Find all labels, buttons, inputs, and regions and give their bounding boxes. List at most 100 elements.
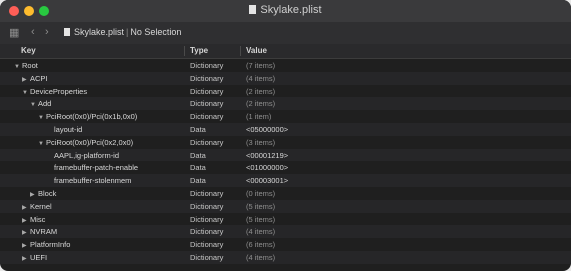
row-value[interactable]: (5 items) bbox=[246, 215, 275, 224]
outline-row[interactable]: ▶ NVRAM Dictionary (4 items) bbox=[0, 225, 571, 239]
row-type[interactable]: Data bbox=[190, 125, 206, 134]
row-value[interactable]: (0 items) bbox=[246, 189, 275, 198]
row-key-label[interactable]: PciRoot(0x0)/Pci(0x2,0x0) bbox=[46, 138, 133, 147]
row-key-label[interactable]: Kernel bbox=[30, 202, 52, 211]
row-key-label[interactable]: Add bbox=[38, 99, 51, 108]
outline-row[interactable]: ▶ Kernel Dictionary (5 items) bbox=[0, 199, 571, 213]
row-type[interactable]: Dictionary bbox=[190, 74, 223, 83]
outline-row[interactable]: framebuffer-patch-enable Data <01000000> bbox=[0, 161, 571, 174]
disclosure-closed-icon[interactable]: ▶ bbox=[30, 191, 38, 198]
column-divider[interactable] bbox=[184, 46, 185, 56]
row-key[interactable]: ▼ Root bbox=[14, 61, 38, 70]
row-value[interactable]: (4 items) bbox=[246, 74, 275, 83]
outline-row[interactable]: ▶ UEFI Dictionary (4 items) bbox=[0, 250, 571, 264]
row-type[interactable]: Dictionary bbox=[190, 240, 223, 249]
row-key[interactable]: ▶ PlatformInfo bbox=[22, 240, 70, 249]
row-key-label[interactable]: framebuffer-stolenmem bbox=[54, 176, 131, 185]
key-column-header[interactable]: Key bbox=[21, 46, 36, 55]
disclosure-open-icon[interactable]: ▼ bbox=[22, 90, 30, 96]
row-key-label[interactable]: ACPI bbox=[30, 74, 48, 83]
outline-row[interactable]: layout-id Data <05000000> bbox=[0, 122, 571, 136]
breadcrumb-selection[interactable]: No Selection bbox=[130, 27, 181, 37]
row-type[interactable]: Data bbox=[190, 176, 206, 185]
disclosure-closed-icon[interactable]: ▶ bbox=[22, 242, 30, 249]
row-key[interactable]: ▼ PciRoot(0x0)/Pci(0x2,0x0) bbox=[38, 138, 133, 147]
row-type[interactable]: Dictionary bbox=[190, 227, 223, 236]
row-value[interactable]: (2 items) bbox=[246, 87, 275, 96]
row-key-label[interactable]: Block bbox=[38, 189, 56, 198]
outline-row[interactable]: ▼ Root Dictionary (7 items) bbox=[0, 59, 571, 72]
outline-row[interactable]: ▶ Misc Dictionary (5 items) bbox=[0, 213, 571, 226]
row-key[interactable]: ▶ Kernel bbox=[22, 202, 52, 211]
row-value[interactable]: (6 items) bbox=[246, 240, 275, 249]
row-type[interactable]: Dictionary bbox=[190, 87, 223, 96]
outline-row[interactable]: ▶ PlatformInfo Dictionary (6 items) bbox=[0, 238, 571, 251]
row-key[interactable]: ▼ DeviceProperties bbox=[22, 87, 87, 96]
row-value[interactable]: (1 item) bbox=[246, 112, 271, 121]
jump-bar-breadcrumb[interactable]: Skylake.plist | No Selection bbox=[64, 27, 181, 37]
disclosure-open-icon[interactable]: ▼ bbox=[14, 64, 22, 70]
outline-row[interactable]: ▼ Add Dictionary (2 items) bbox=[0, 97, 571, 111]
row-type[interactable]: Data bbox=[190, 163, 206, 172]
outline-row[interactable]: ▶ Block Dictionary (0 items) bbox=[0, 187, 571, 200]
disclosure-closed-icon[interactable]: ▶ bbox=[22, 255, 30, 262]
row-key[interactable]: layout-id bbox=[46, 125, 82, 134]
row-key-label[interactable]: AAPL,ig-platform-id bbox=[54, 151, 119, 160]
row-key-label[interactable]: framebuffer-patch-enable bbox=[54, 163, 138, 172]
row-value[interactable]: (4 items) bbox=[246, 227, 275, 236]
row-key-label[interactable]: NVRAM bbox=[30, 227, 57, 236]
disclosure-closed-icon[interactable]: ▶ bbox=[22, 76, 30, 83]
row-key[interactable]: ▶ Block bbox=[30, 189, 56, 198]
row-type[interactable]: Dictionary bbox=[190, 112, 223, 121]
disclosure-closed-icon[interactable]: ▶ bbox=[22, 217, 30, 224]
row-type[interactable]: Dictionary bbox=[190, 215, 223, 224]
outline-row[interactable]: ▼ DeviceProperties Dictionary (2 items) bbox=[0, 85, 571, 98]
row-key-label[interactable]: layout-id bbox=[54, 125, 82, 134]
disclosure-closed-icon[interactable]: ▶ bbox=[22, 229, 30, 236]
row-key[interactable]: ▼ Add bbox=[30, 99, 51, 108]
row-key[interactable]: ▶ Misc bbox=[22, 215, 45, 224]
row-key[interactable]: ▼ PciRoot(0x0)/Pci(0x1b,0x0) bbox=[38, 112, 137, 121]
row-value[interactable]: <00003001> bbox=[246, 176, 288, 185]
row-type[interactable]: Data bbox=[190, 151, 206, 160]
row-type[interactable]: Dictionary bbox=[190, 99, 223, 108]
row-key[interactable]: ▶ ACPI bbox=[22, 74, 48, 83]
row-key[interactable]: AAPL,ig-platform-id bbox=[46, 151, 119, 160]
row-value[interactable]: (4 items) bbox=[246, 253, 275, 262]
row-key-label[interactable]: Root bbox=[22, 61, 38, 70]
row-key-label[interactable]: PciRoot(0x0)/Pci(0x1b,0x0) bbox=[46, 112, 137, 121]
row-value[interactable]: (2 items) bbox=[246, 99, 275, 108]
row-type[interactable]: Dictionary bbox=[190, 138, 223, 147]
row-value[interactable]: (5 items) bbox=[246, 202, 275, 211]
disclosure-closed-icon[interactable]: ▶ bbox=[22, 204, 30, 211]
value-column-header[interactable]: Value bbox=[246, 46, 267, 55]
row-type[interactable]: Dictionary bbox=[190, 189, 223, 198]
row-type[interactable]: Dictionary bbox=[190, 253, 223, 262]
back-chevron-icon[interactable]: ‹ bbox=[31, 26, 35, 38]
row-type[interactable]: Dictionary bbox=[190, 61, 223, 70]
outline-row[interactable]: framebuffer-stolenmem Data <00003001> bbox=[0, 174, 571, 187]
row-value[interactable]: <05000000> bbox=[246, 125, 288, 134]
column-divider[interactable] bbox=[240, 46, 241, 56]
disclosure-open-icon[interactable]: ▼ bbox=[38, 141, 46, 147]
row-key[interactable]: ▶ NVRAM bbox=[22, 227, 57, 236]
outline-row[interactable]: AAPL,ig-platform-id Data <00001219> bbox=[0, 148, 571, 162]
row-key-label[interactable]: Misc bbox=[30, 215, 45, 224]
outline-row[interactable]: ▼ PciRoot(0x0)/Pci(0x1b,0x0) Dictionary (1 … bbox=[0, 110, 571, 123]
breadcrumb-file[interactable]: Skylake.plist bbox=[74, 27, 124, 37]
row-key[interactable]: ▶ UEFI bbox=[22, 253, 47, 262]
disclosure-open-icon[interactable]: ▼ bbox=[30, 102, 38, 108]
row-key-label[interactable]: DeviceProperties bbox=[30, 87, 87, 96]
forward-chevron-icon[interactable]: › bbox=[45, 26, 49, 38]
type-column-header[interactable]: Type bbox=[190, 46, 208, 55]
related-items-grid-icon[interactable]: ▦ bbox=[9, 26, 19, 39]
outline-row[interactable]: ▶ ACPI Dictionary (4 items) bbox=[0, 71, 571, 85]
row-value[interactable]: (7 items) bbox=[246, 61, 275, 70]
disclosure-open-icon[interactable]: ▼ bbox=[38, 115, 46, 121]
row-value[interactable]: <00001219> bbox=[246, 151, 288, 160]
outline-row[interactable]: ▼ PciRoot(0x0)/Pci(0x2,0x0) Dictionary (3 i… bbox=[0, 136, 571, 149]
row-value[interactable]: (3 items) bbox=[246, 138, 275, 147]
row-type[interactable]: Dictionary bbox=[190, 202, 223, 211]
row-key-label[interactable]: UEFI bbox=[30, 253, 47, 262]
row-key-label[interactable]: PlatformInfo bbox=[30, 240, 70, 249]
